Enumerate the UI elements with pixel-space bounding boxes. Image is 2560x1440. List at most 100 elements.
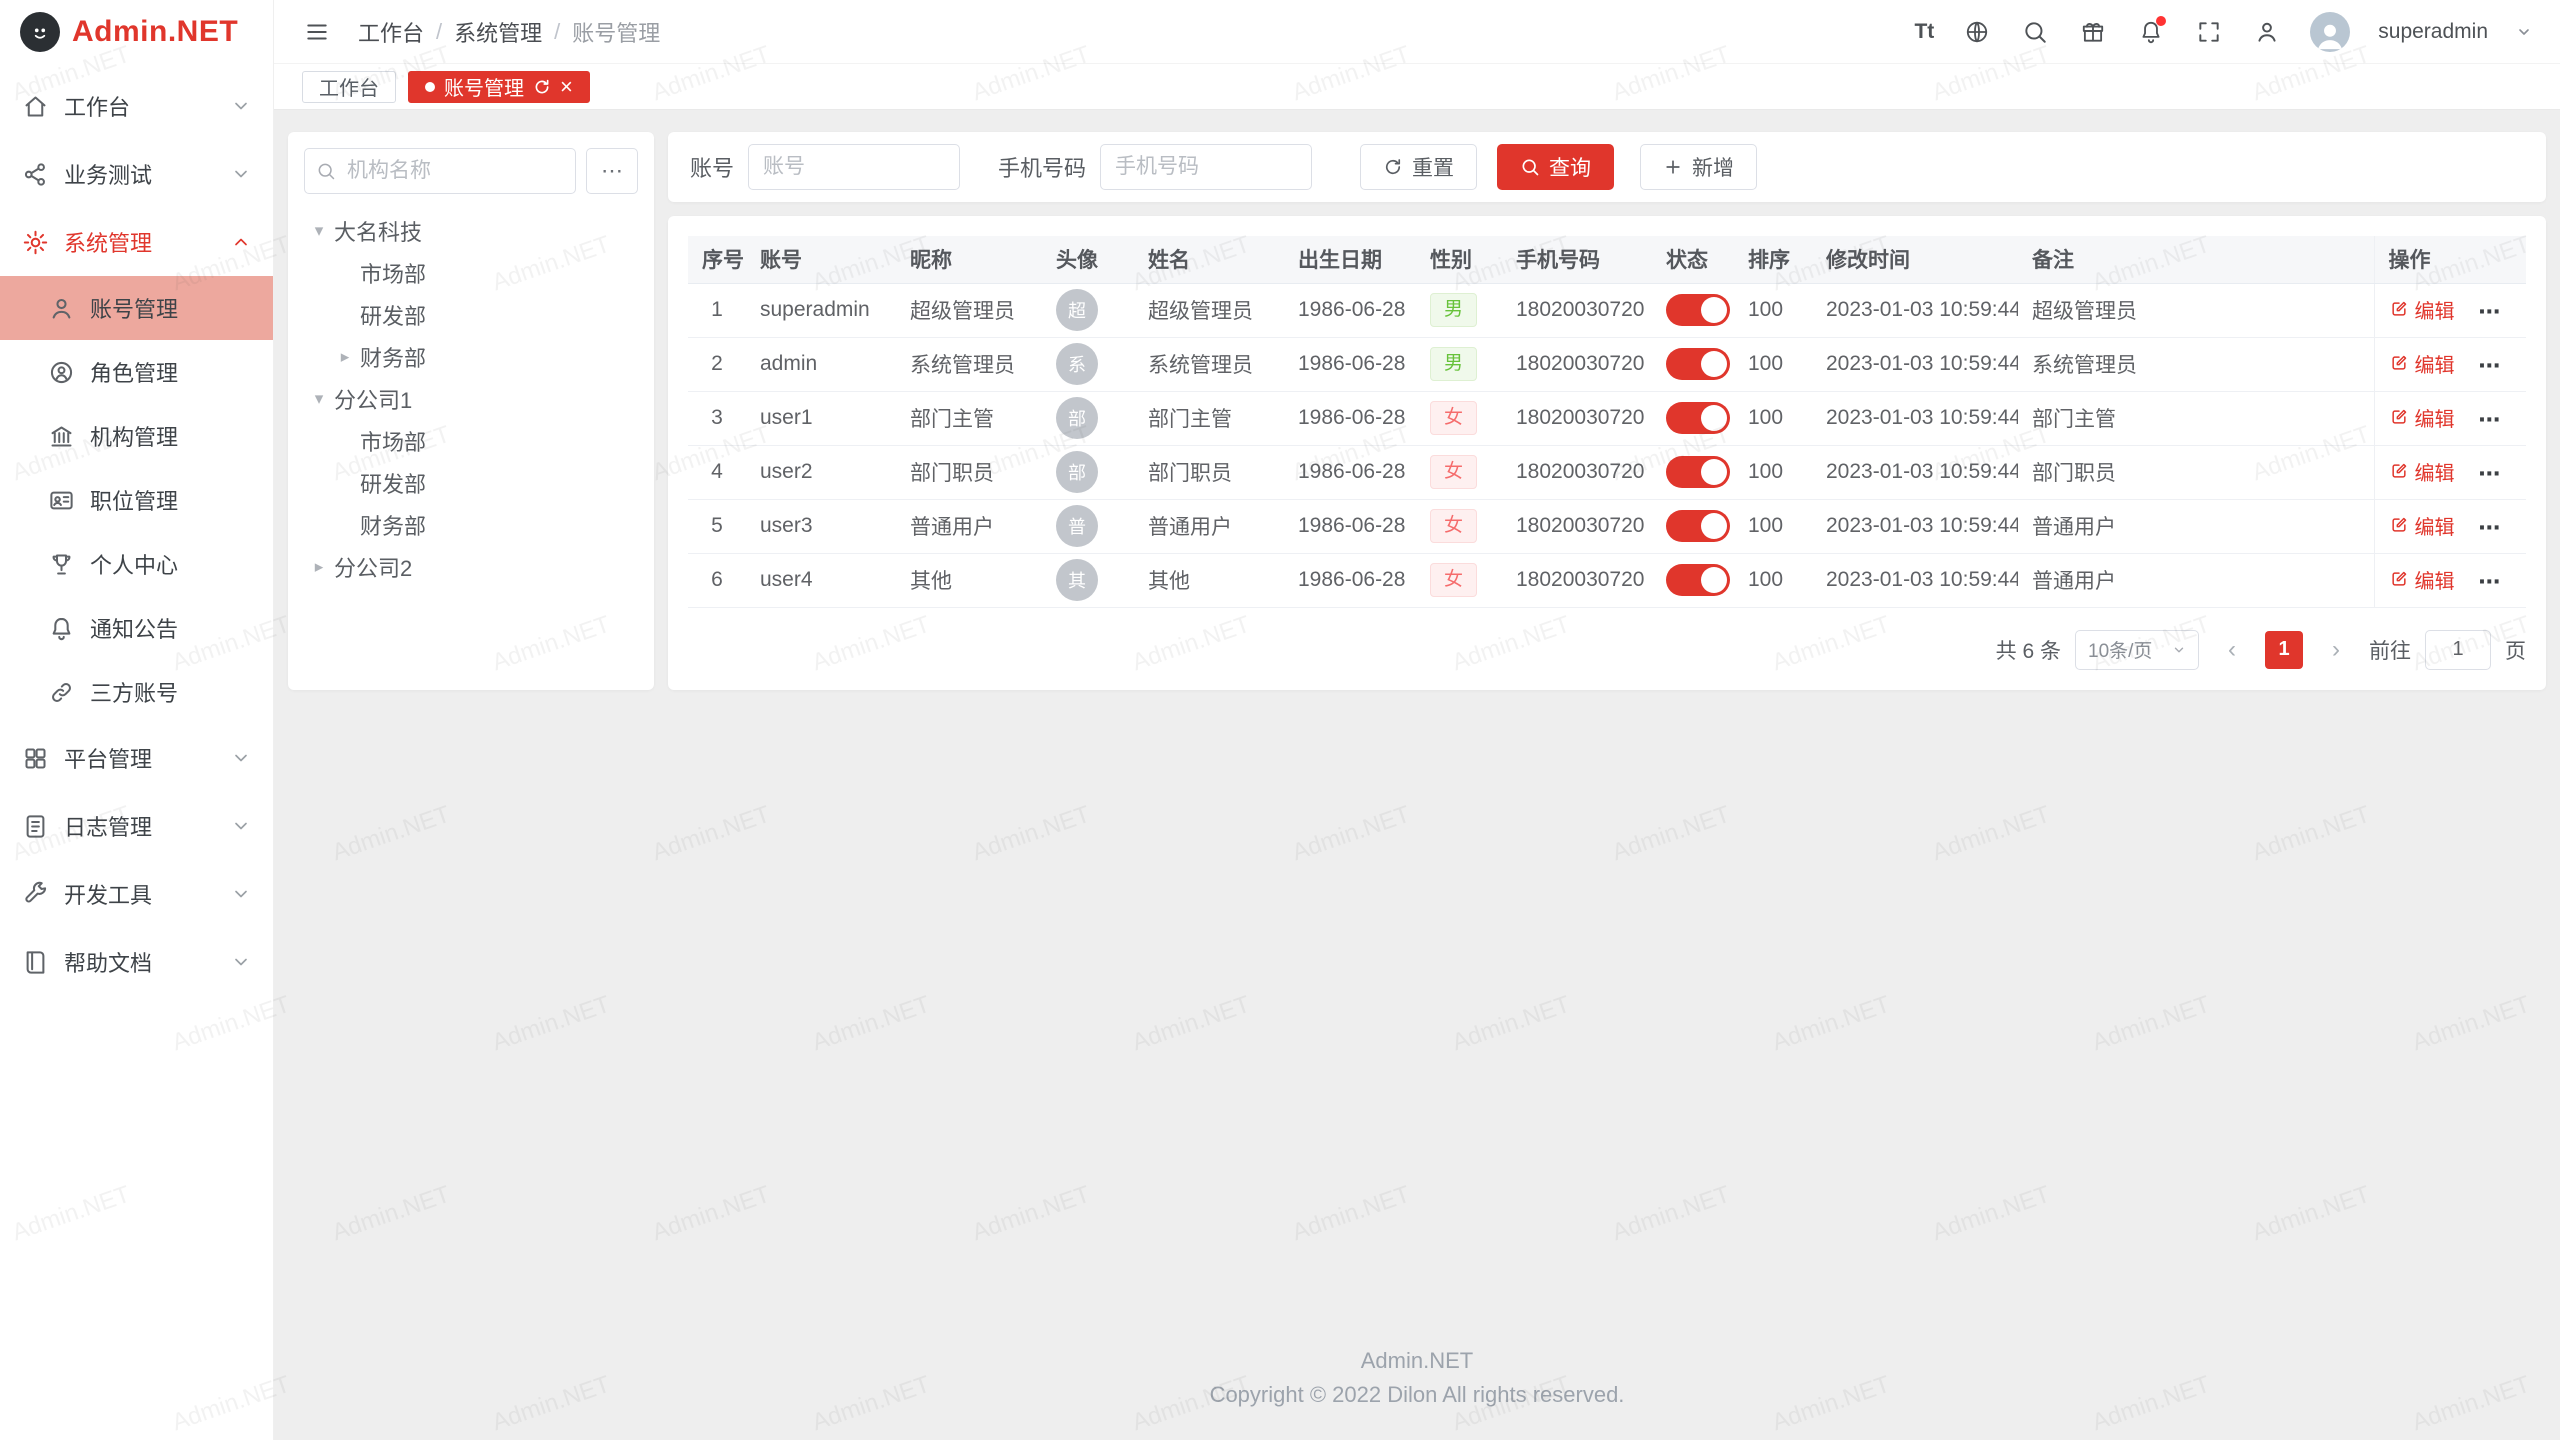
hamburger-menu-icon[interactable]	[302, 17, 332, 47]
search-button[interactable]: 查询	[1497, 144, 1614, 190]
status-switch[interactable]	[1666, 456, 1730, 488]
status-switch[interactable]	[1666, 348, 1730, 380]
cell-name: 其他	[1134, 553, 1284, 607]
reset-button[interactable]: 重置	[1360, 144, 1477, 190]
search-icon[interactable]	[2020, 17, 2050, 47]
app-logo[interactable]: Admin.NET	[0, 0, 273, 64]
status-switch[interactable]	[1666, 294, 1730, 326]
cell-status	[1652, 337, 1734, 391]
page-number-button[interactable]: 1	[2265, 631, 2303, 669]
sidebar-item-role-mgmt[interactable]: 角色管理	[0, 340, 273, 404]
edit-button[interactable]: 编辑	[2389, 349, 2455, 378]
tree-node-dept[interactable]: 财务部	[304, 504, 638, 546]
grid-icon	[22, 745, 49, 772]
tab-workbench[interactable]: 工作台	[302, 71, 396, 103]
page-size-select[interactable]: 10条/页	[2075, 630, 2199, 670]
status-switch[interactable]	[1666, 510, 1730, 542]
book-icon	[22, 949, 49, 976]
cell-actions: 编辑 ⋯	[2374, 445, 2526, 499]
cell-modified: 2023-01-03 10:59:44	[1812, 445, 2018, 499]
org-tree-toolbar: ⋯	[304, 148, 638, 194]
tree-node-dept[interactable]: 研发部	[304, 294, 638, 336]
prev-page-button[interactable]: ‹	[2213, 631, 2251, 669]
sidebar-item-help[interactable]: 帮助文档	[0, 928, 273, 996]
tabs-bar: 工作台 账号管理 ×	[274, 64, 2560, 110]
user-icon[interactable]	[2252, 17, 2282, 47]
globe-icon[interactable]	[1962, 17, 1992, 47]
goto-page-input[interactable]	[2425, 630, 2491, 670]
caret-right-icon[interactable]: ▸	[304, 557, 334, 577]
edit-button[interactable]: 编辑	[2389, 565, 2455, 594]
tree-node-dept[interactable]: 研发部	[304, 462, 638, 504]
caret-down-icon[interactable]: ▾	[304, 389, 334, 409]
row-more-button[interactable]: ⋯	[2478, 461, 2502, 486]
table-row: 5 user3 普通用户 普 普通用户 1986-06-28 女 1802003…	[688, 499, 2526, 553]
cell-actions: 编辑 ⋯	[2374, 553, 2526, 607]
caret-right-icon[interactable]: ▸	[330, 347, 360, 367]
close-icon[interactable]: ×	[560, 76, 573, 98]
status-switch[interactable]	[1666, 564, 1730, 596]
tab-account-mgmt[interactable]: 账号管理 ×	[408, 71, 590, 103]
tree-node-dept[interactable]: 市场部	[304, 252, 638, 294]
tree-node-branch1[interactable]: ▾ 分公司1	[304, 378, 638, 420]
account-input[interactable]	[748, 144, 960, 190]
row-more-button[interactable]: ⋯	[2478, 569, 2502, 594]
cell-modified: 2023-01-03 10:59:44	[1812, 283, 2018, 337]
chevron-down-icon[interactable]	[2516, 24, 2532, 40]
sidebar-item-notice[interactable]: 通知公告	[0, 596, 273, 660]
edit-button[interactable]: 编辑	[2389, 511, 2455, 540]
bell-icon[interactable]	[2136, 17, 2166, 47]
sidebar-item-account-mgmt[interactable]: 账号管理	[0, 276, 273, 340]
edit-button[interactable]: 编辑	[2389, 403, 2455, 432]
org-search-input[interactable]	[304, 148, 576, 194]
row-more-button[interactable]: ⋯	[2478, 515, 2502, 540]
sidebar-item-system[interactable]: 系统管理	[0, 208, 273, 276]
cell-no: 1	[688, 283, 746, 337]
sidebar-item-third-party[interactable]: 三方账号	[0, 660, 273, 724]
cell-note: 部门职员	[2018, 445, 2374, 499]
row-more-button[interactable]: ⋯	[2478, 353, 2502, 378]
gender-badge: 女	[1430, 509, 1477, 543]
sidebar-item-devtools[interactable]: 开发工具	[0, 860, 273, 928]
tree-node-dept[interactable]: ▸ 财务部	[304, 336, 638, 378]
edit-button-label: 编辑	[2415, 457, 2455, 486]
row-more-button[interactable]: ⋯	[2478, 299, 2502, 324]
phone-input[interactable]	[1100, 144, 1312, 190]
org-tree-panel: ⋯ ▾ 大名科技 市场部 研发部	[288, 132, 654, 690]
refresh-icon[interactable]	[533, 78, 551, 96]
sidebar-item-profile-center[interactable]: 个人中心	[0, 532, 273, 596]
font-size-icon[interactable]: Tt	[1914, 17, 1934, 47]
gift-icon[interactable]	[2078, 17, 2108, 47]
tree-node-company[interactable]: ▾ 大名科技	[304, 210, 638, 252]
sidebar-item-platform[interactable]: 平台管理	[0, 724, 273, 792]
cell-birth: 1986-06-28	[1284, 283, 1416, 337]
edit-button[interactable]: 编辑	[2389, 457, 2455, 486]
tree-node-label: 市场部	[360, 425, 426, 457]
cell-modified: 2023-01-03 10:59:44	[1812, 553, 2018, 607]
fullscreen-icon[interactable]	[2194, 17, 2224, 47]
sidebar-item-log[interactable]: 日志管理	[0, 792, 273, 860]
sidebar-item-position-mgmt[interactable]: 职位管理	[0, 468, 273, 532]
breadcrumb-item-account: 账号管理	[572, 16, 660, 48]
tree-more-button[interactable]: ⋯	[586, 148, 638, 194]
breadcrumb-item-system[interactable]: 系统管理	[454, 16, 542, 48]
sidebar-item-workbench[interactable]: 工作台	[0, 72, 273, 140]
status-switch[interactable]	[1666, 402, 1730, 434]
cell-name: 部门职员	[1134, 445, 1284, 499]
tree-node-branch2[interactable]: ▸ 分公司2	[304, 546, 638, 588]
next-page-button[interactable]: ›	[2317, 631, 2355, 669]
sidebar-item-biz-test[interactable]: 业务测试	[0, 140, 273, 208]
user-avatar[interactable]	[2310, 12, 2350, 52]
breadcrumb-item-workbench[interactable]: 工作台	[358, 16, 424, 48]
sidebar-item-org-mgmt[interactable]: 机构管理	[0, 404, 273, 468]
add-button[interactable]: 新增	[1640, 144, 1757, 190]
breadcrumb-separator: /	[436, 19, 442, 45]
cell-nickname: 系统管理员	[896, 337, 1042, 391]
row-more-button[interactable]: ⋯	[2478, 407, 2502, 432]
tree-node-label: 大名科技	[334, 215, 422, 247]
edit-button[interactable]: 编辑	[2389, 295, 2455, 324]
tree-node-dept[interactable]: 市场部	[304, 420, 638, 462]
right-column: 账号 手机号码 重置 查询	[668, 132, 2546, 690]
username[interactable]: superadmin	[2378, 20, 2488, 44]
caret-down-icon[interactable]: ▾	[304, 221, 334, 241]
